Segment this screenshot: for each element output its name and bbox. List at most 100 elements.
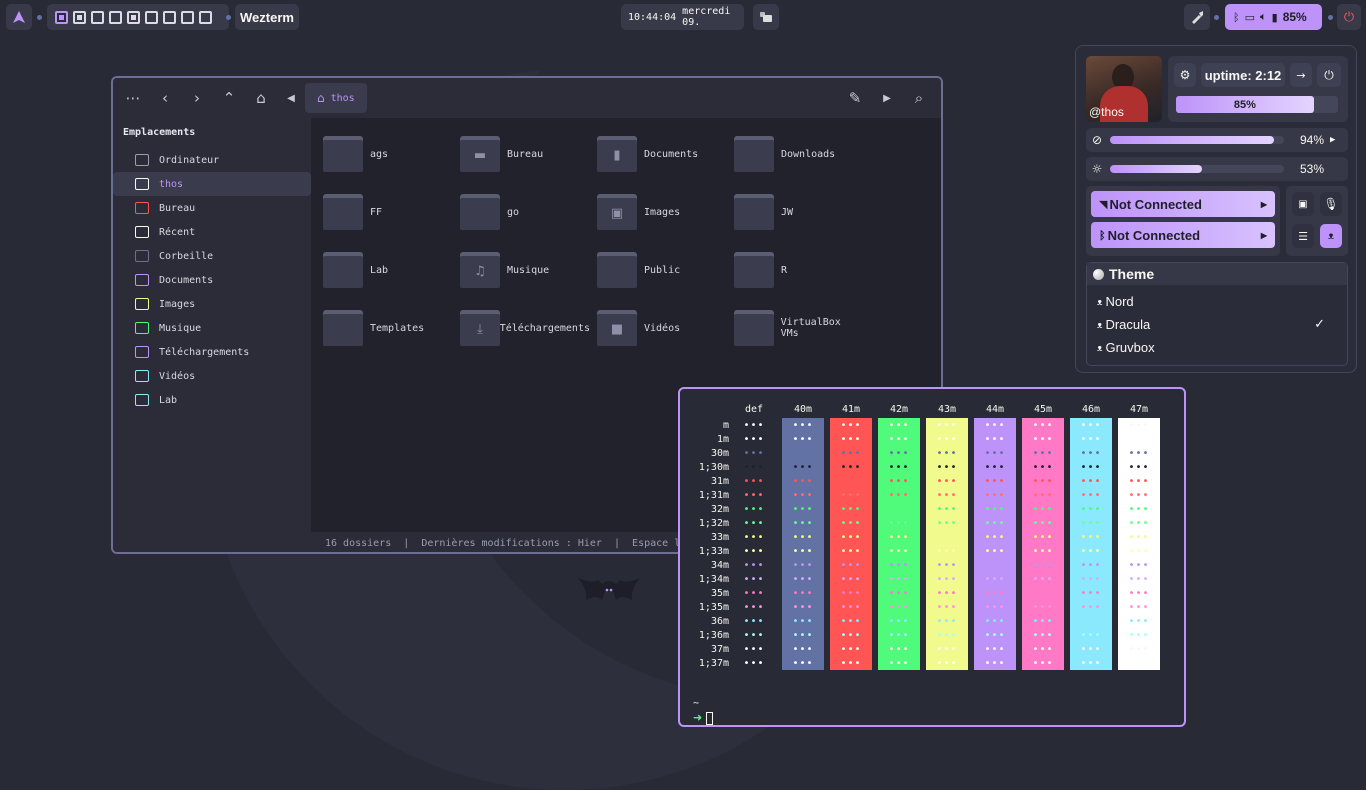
terminal-window[interactable]: def 40m 41m 42m 43m 44m 45m 46m 47m m ••• ••• ••• •••… xyxy=(678,387,1186,727)
sidebar-item-label: Lab xyxy=(159,394,178,406)
sidebar-item-2[interactable]: Bureau xyxy=(113,196,311,220)
color-sample: ••• xyxy=(743,476,765,487)
color-sample: ••• xyxy=(1032,532,1054,543)
folder-item[interactable]: Templates xyxy=(323,306,453,350)
row-label: 1m xyxy=(716,434,729,445)
color-sample: ••• xyxy=(1080,644,1102,655)
quick-settings-panel: @thos ⚙ uptime: 2:12 → ⏻ 85% ⊘ 94% ▶ ☼ 5… xyxy=(1075,45,1357,373)
folder-item[interactable]: ⤓ Téléchargements xyxy=(460,306,590,350)
brightness-slider[interactable] xyxy=(1110,165,1284,173)
wifi-toggle[interactable]: ◥ Not Connected ▶ xyxy=(1091,191,1275,217)
theme-option[interactable]: ᴥ Gruvbox xyxy=(1087,336,1347,359)
color-sample: ••• xyxy=(743,532,765,543)
theme-toggle[interactable]: ᴥ xyxy=(1320,224,1342,248)
sidebar-item-9[interactable]: Vidéos xyxy=(113,364,311,388)
color-sample: ••• xyxy=(743,644,765,655)
notification-button[interactable] xyxy=(753,4,779,30)
battery-bar-fill: 85% xyxy=(1176,96,1314,113)
sidebar-item-7[interactable]: Musique xyxy=(113,316,311,340)
power-button[interactable]: ⏻ xyxy=(1337,4,1361,30)
color-sample: ••• xyxy=(743,434,765,445)
color-sample: ••• xyxy=(1032,644,1054,655)
bar-separator xyxy=(1214,15,1219,20)
menu-button[interactable]: ⋯ xyxy=(117,82,149,114)
home-icon: ⌂ xyxy=(317,91,325,105)
folder-item[interactable]: ▣ Images xyxy=(597,190,727,234)
path-right-button[interactable]: ▶ xyxy=(871,82,903,114)
home-button[interactable]: ⌂ xyxy=(245,82,277,114)
color-picker-button[interactable] xyxy=(1184,4,1210,30)
color-sample: ••• xyxy=(743,504,765,515)
theme-option[interactable]: ᴥ Nord xyxy=(1087,290,1347,313)
search-icon: ⌕ xyxy=(914,89,924,107)
folder-item[interactable]: R xyxy=(734,248,864,292)
color-sample: ••• xyxy=(1128,504,1150,515)
folder-item[interactable]: ■ Vidéos xyxy=(597,306,727,350)
folder-item[interactable]: Lab xyxy=(323,248,453,292)
path-left-button[interactable]: ◀ xyxy=(277,82,305,114)
edit-path-button[interactable]: ✎ xyxy=(839,82,871,114)
workspace-5[interactable] xyxy=(127,10,140,24)
sidebar-item-3[interactable]: Récent xyxy=(113,220,311,244)
up-button[interactable]: ⌃ xyxy=(213,82,245,114)
clock-widget[interactable]: 10:44:04 mercredi 09. xyxy=(621,4,744,30)
folder-item[interactable]: Public xyxy=(597,248,727,292)
row-label: 37m xyxy=(710,644,729,655)
volume-slider[interactable] xyxy=(1110,136,1284,144)
color-sample: ••• xyxy=(1128,574,1150,585)
workspace-1[interactable] xyxy=(55,10,68,24)
bluetooth-toggle[interactable]: ᛒ Not Connected ▶ xyxy=(1091,222,1275,248)
folder-name: ags xyxy=(370,148,389,160)
folder-item[interactable]: go xyxy=(460,190,590,234)
sidebar-item-1[interactable]: thos xyxy=(113,172,311,196)
color-sample: ••• xyxy=(936,434,958,445)
music-icon xyxy=(135,322,149,334)
launcher-button[interactable] xyxy=(6,4,32,30)
folder-item[interactable]: ▬ Bureau xyxy=(460,132,590,176)
sidebar-item-6[interactable]: Images xyxy=(113,292,311,316)
mute-icon[interactable]: ⊘ xyxy=(1086,133,1108,147)
sidebar-item-4[interactable]: Corbeille xyxy=(113,244,311,268)
sidebar-item-0[interactable]: Ordinateur xyxy=(113,148,311,172)
color-sample: ••• xyxy=(743,448,765,459)
workspace-7[interactable] xyxy=(163,10,176,24)
workspace-9[interactable] xyxy=(199,10,212,24)
workspace-8[interactable] xyxy=(181,10,194,24)
logout-button[interactable]: → xyxy=(1290,63,1312,87)
workspace-2[interactable] xyxy=(73,10,86,24)
row-label: 1;34m xyxy=(698,574,729,585)
folder-item[interactable]: ▮ Documents xyxy=(597,132,727,176)
folder-item[interactable]: JW xyxy=(734,190,864,234)
path-crumb-home[interactable]: ⌂ thos xyxy=(305,83,367,113)
workspace-4[interactable] xyxy=(109,10,122,24)
folder-item[interactable]: FF xyxy=(323,190,453,234)
folder-item[interactable]: ags xyxy=(323,132,453,176)
color-sample: ••• xyxy=(984,658,1006,669)
back-button[interactable]: ‹ xyxy=(149,82,181,114)
workspace-3[interactable] xyxy=(91,10,104,24)
folder-item[interactable]: VirtualBox VMs xyxy=(734,306,864,350)
notifications-toggle[interactable]: ▣ xyxy=(1292,192,1314,216)
settings-button[interactable]: ⚙ xyxy=(1174,63,1196,87)
color-sample: ••• xyxy=(840,490,862,501)
color-sample: ••• xyxy=(1080,630,1102,641)
system-tray[interactable]: ᛒ ▭ 🔈︎ ▮ 85% xyxy=(1225,4,1322,30)
mixer-toggle[interactable]: ☰ xyxy=(1292,224,1314,248)
color-sample: ••• xyxy=(984,546,1006,557)
folder-name: Templates xyxy=(370,322,425,334)
notification-icon xyxy=(760,12,772,22)
workspace-6[interactable] xyxy=(145,10,158,24)
arch-icon xyxy=(13,11,25,23)
search-button[interactable]: ⌕ xyxy=(903,82,935,114)
sidebar-item-10[interactable]: Lab xyxy=(113,388,311,412)
forward-button[interactable]: › xyxy=(181,82,213,114)
battery-icon: ▮ xyxy=(1271,10,1278,24)
microphone-toggle[interactable]: 🎙︎ xyxy=(1320,192,1342,216)
sidebar-item-5[interactable]: Documents xyxy=(113,268,311,292)
sidebar-item-8[interactable]: Téléchargements xyxy=(113,340,311,364)
shutdown-button[interactable]: ⏻ xyxy=(1317,63,1341,87)
volume-expand-icon[interactable]: ▶ xyxy=(1330,135,1335,145)
folder-item[interactable]: Downloads xyxy=(734,132,864,176)
theme-option[interactable]: ᴥ Dracula ✓ xyxy=(1087,313,1347,336)
folder-item[interactable]: ♫ Musique xyxy=(460,248,590,292)
